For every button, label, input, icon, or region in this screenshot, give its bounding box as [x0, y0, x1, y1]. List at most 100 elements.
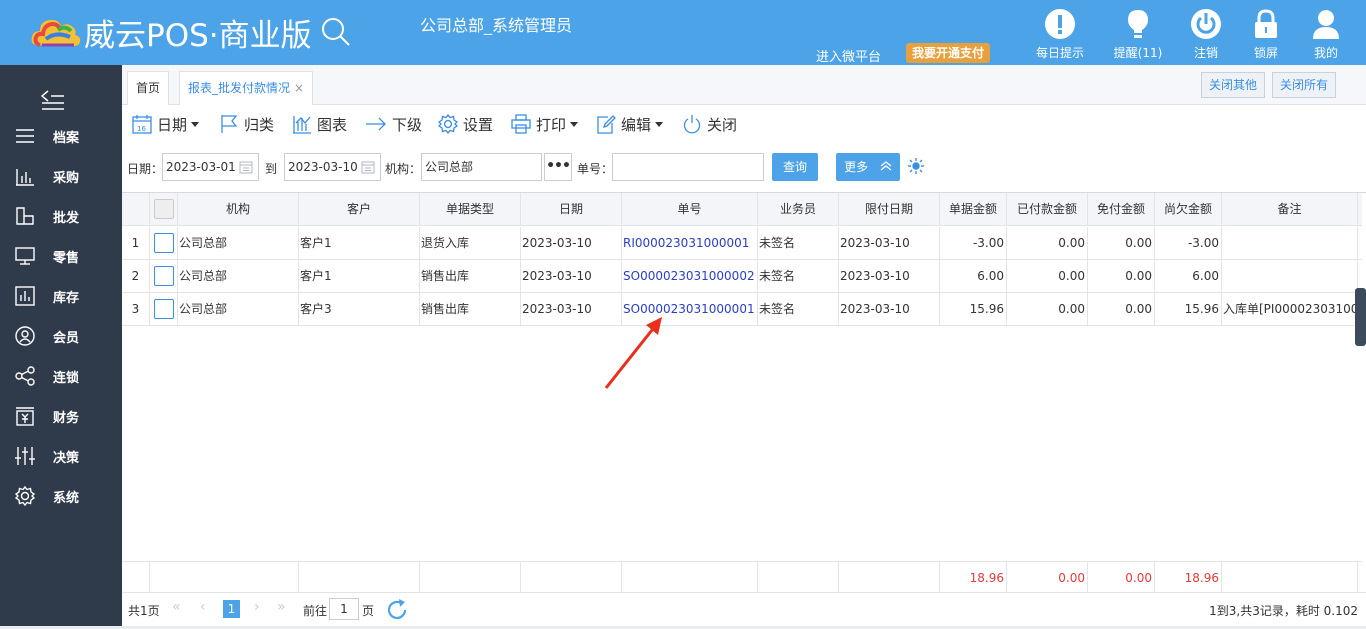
goto-page-input[interactable]: 1 [329, 598, 359, 620]
table-row[interactable]: 3 公司总部 客户3 销售出库 2023-03-10 SO00002303100… [122, 293, 1362, 326]
category-label: 归类 [244, 115, 275, 134]
refresh-icon[interactable] [385, 598, 409, 622]
date-from-input[interactable]: 2023-03-01 [162, 153, 259, 181]
col-header[interactable]: 客户 [299, 193, 420, 225]
customer-cell: 客户1 [299, 227, 420, 259]
prev-page-icon[interactable]: ‹ [200, 599, 206, 615]
calendar-icon[interactable] [361, 160, 375, 174]
profile-button[interactable]: 我的 [1296, 8, 1356, 61]
waived-cell: 0.00 [1088, 260, 1155, 292]
col-header[interactable]: 业务员 [758, 193, 839, 225]
row-checkbox[interactable] [153, 265, 174, 286]
owed-cell: -3.00 [1155, 227, 1222, 259]
tab-report[interactable]: 报表_批发付款情况 × [179, 71, 314, 105]
org-cell: 公司总部 [178, 227, 299, 259]
category-button[interactable]: 归类 [219, 112, 274, 136]
sidebar-item-system[interactable]: 系统 [0, 476, 122, 516]
close-icon[interactable]: × [294, 81, 304, 95]
salesperson-cell: 未签名 [758, 293, 839, 325]
to-label: 到 [265, 162, 278, 176]
tab-home[interactable]: 首页 [127, 71, 170, 105]
waived-cell: 0.00 [1088, 293, 1155, 325]
total-amount: 18.96 [940, 562, 1007, 592]
sidebar-item-chain[interactable]: 连锁 [0, 356, 122, 396]
order-number-link[interactable]: RI000023031000001 [622, 227, 758, 259]
sidebar-item-decision[interactable]: 决策 [0, 436, 122, 476]
more-button[interactable]: 更多 [836, 153, 900, 181]
owed-cell: 6.00 [1155, 260, 1222, 292]
totals-spacer [420, 562, 521, 592]
wechat-platform-link[interactable]: 进入微平台 [816, 46, 881, 65]
col-header[interactable]: 机构 [178, 193, 299, 225]
sidebar-item-finance[interactable]: 财务 [0, 396, 122, 436]
member-icon [15, 326, 35, 346]
order-number-input[interactable] [612, 153, 764, 181]
close-page-button[interactable]: 关闭 [682, 112, 737, 136]
salesperson-cell: 未签名 [758, 260, 839, 292]
note-cell [1222, 227, 1358, 259]
col-header[interactable]: 单据类型 [420, 193, 521, 225]
type-cell: 销售出库 [420, 293, 521, 325]
calendar-icon[interactable] [239, 160, 253, 174]
last-page-icon[interactable]: » [277, 599, 286, 615]
sidebar-item-purchase[interactable]: 采购 [0, 156, 122, 196]
current-page[interactable]: 1 [223, 600, 240, 618]
sidebar-label: 连锁 [53, 370, 80, 386]
print-label: 打印 [536, 115, 567, 134]
type-cell: 销售出库 [420, 260, 521, 292]
edit-menu-button[interactable]: 编辑 [596, 112, 664, 136]
close-others-button[interactable]: 关闭其他 [1201, 72, 1266, 98]
vertical-scrollbar[interactable] [1355, 288, 1366, 346]
date-menu-button[interactable]: 16 日期 [132, 112, 200, 136]
sidebar-item-archive[interactable]: 档案 [0, 116, 122, 156]
sidebar-label: 库存 [53, 290, 80, 306]
index-header [122, 193, 150, 225]
row-checkbox-cell[interactable] [150, 260, 178, 292]
table-row[interactable]: 2 公司总部 客户1 销售出库 2023-03-10 SO00002303100… [122, 260, 1362, 293]
sidebar-item-retail[interactable]: 零售 [0, 236, 122, 276]
record-summary: 1到3,共3记录，耗时 0.102 [1209, 604, 1358, 618]
open-payment-button[interactable]: 我要开通支付 [906, 43, 991, 63]
waived-cell: 0.00 [1088, 227, 1155, 259]
col-header[interactable]: 日期 [521, 193, 622, 225]
sidebar-item-wholesale[interactable]: 批发 [0, 196, 122, 236]
col-header[interactable]: 尚欠金额 [1155, 193, 1222, 225]
col-header[interactable]: 免付金额 [1088, 193, 1155, 225]
close-all-button[interactable]: 关闭所有 [1272, 72, 1337, 98]
daily-tip-button[interactable]: 每日提示 [1030, 8, 1090, 61]
sub-level-button[interactable]: 下级 [365, 112, 422, 136]
col-header[interactable]: 单据金额 [940, 193, 1007, 225]
row-checkbox-cell[interactable] [150, 293, 178, 325]
search-icon[interactable] [320, 16, 352, 48]
col-header[interactable]: 单号 [622, 193, 758, 225]
print-menu-button[interactable]: 打印 [511, 112, 579, 136]
logout-button[interactable]: 注销 [1176, 8, 1236, 61]
col-header[interactable]: 限付日期 [839, 193, 940, 225]
row-checkbox-cell[interactable] [150, 227, 178, 259]
lock-screen-button[interactable]: 锁屏 [1236, 8, 1296, 61]
reminder-button[interactable]: 提醒(11) [1108, 8, 1168, 61]
org-input[interactable]: 公司总部 [421, 153, 542, 181]
col-header[interactable]: 已付款金额 [1007, 193, 1088, 225]
org-picker-button[interactable]: ••• [544, 153, 572, 181]
sidebar-label: 系统 [53, 490, 80, 506]
collapse-menu-icon[interactable] [40, 89, 66, 111]
theme-sun-icon[interactable] [908, 158, 924, 174]
settings-button[interactable]: 设置 [438, 112, 493, 136]
sidebar-item-member[interactable]: 会员 [0, 316, 122, 356]
first-page-icon[interactable]: « [172, 599, 181, 615]
salesperson-cell: 未签名 [758, 227, 839, 259]
chart-button[interactable]: 图表 [292, 112, 347, 136]
date-to-input[interactable]: 2023-03-10 [284, 153, 381, 181]
sidebar-item-inventory[interactable]: 库存 [0, 276, 122, 316]
row-checkbox[interactable] [153, 298, 174, 319]
col-header[interactable]: 备注 [1222, 193, 1358, 225]
select-all-checkbox[interactable] [153, 198, 174, 219]
row-checkbox[interactable] [153, 232, 174, 253]
sidebar-label: 会员 [53, 330, 80, 346]
next-page-icon[interactable]: › [254, 599, 260, 615]
select-all-cell[interactable] [150, 193, 178, 225]
order-number-link[interactable]: SO000023031000002 [622, 260, 758, 292]
query-button[interactable]: 查询 [772, 153, 818, 181]
table-row[interactable]: 1 公司总部 客户1 退货入库 2023-03-10 RI00002303100… [122, 227, 1362, 260]
